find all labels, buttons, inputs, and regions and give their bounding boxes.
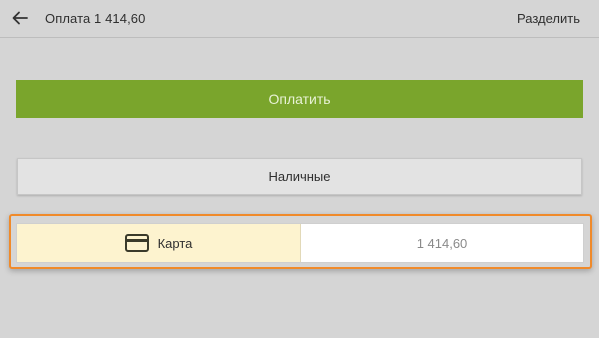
credit-card-icon <box>124 234 149 252</box>
arrow-left-icon <box>12 11 28 25</box>
card-method-button[interactable]: Карта <box>17 224 301 262</box>
card-payment-row: Карта 1 414,60 <box>16 223 584 263</box>
back-button[interactable] <box>8 6 32 30</box>
card-method-label: Карта <box>157 235 193 251</box>
app-header: Оплата 1 414,60 Разделить <box>0 0 599 38</box>
pay-button[interactable]: Оплатить <box>16 80 583 118</box>
cash-button[interactable]: Наличные <box>17 158 582 195</box>
card-amount-field[interactable]: 1 414,60 <box>301 224 583 262</box>
page-title: Оплата 1 414,60 <box>45 11 146 26</box>
split-button[interactable]: Разделить <box>517 11 580 26</box>
